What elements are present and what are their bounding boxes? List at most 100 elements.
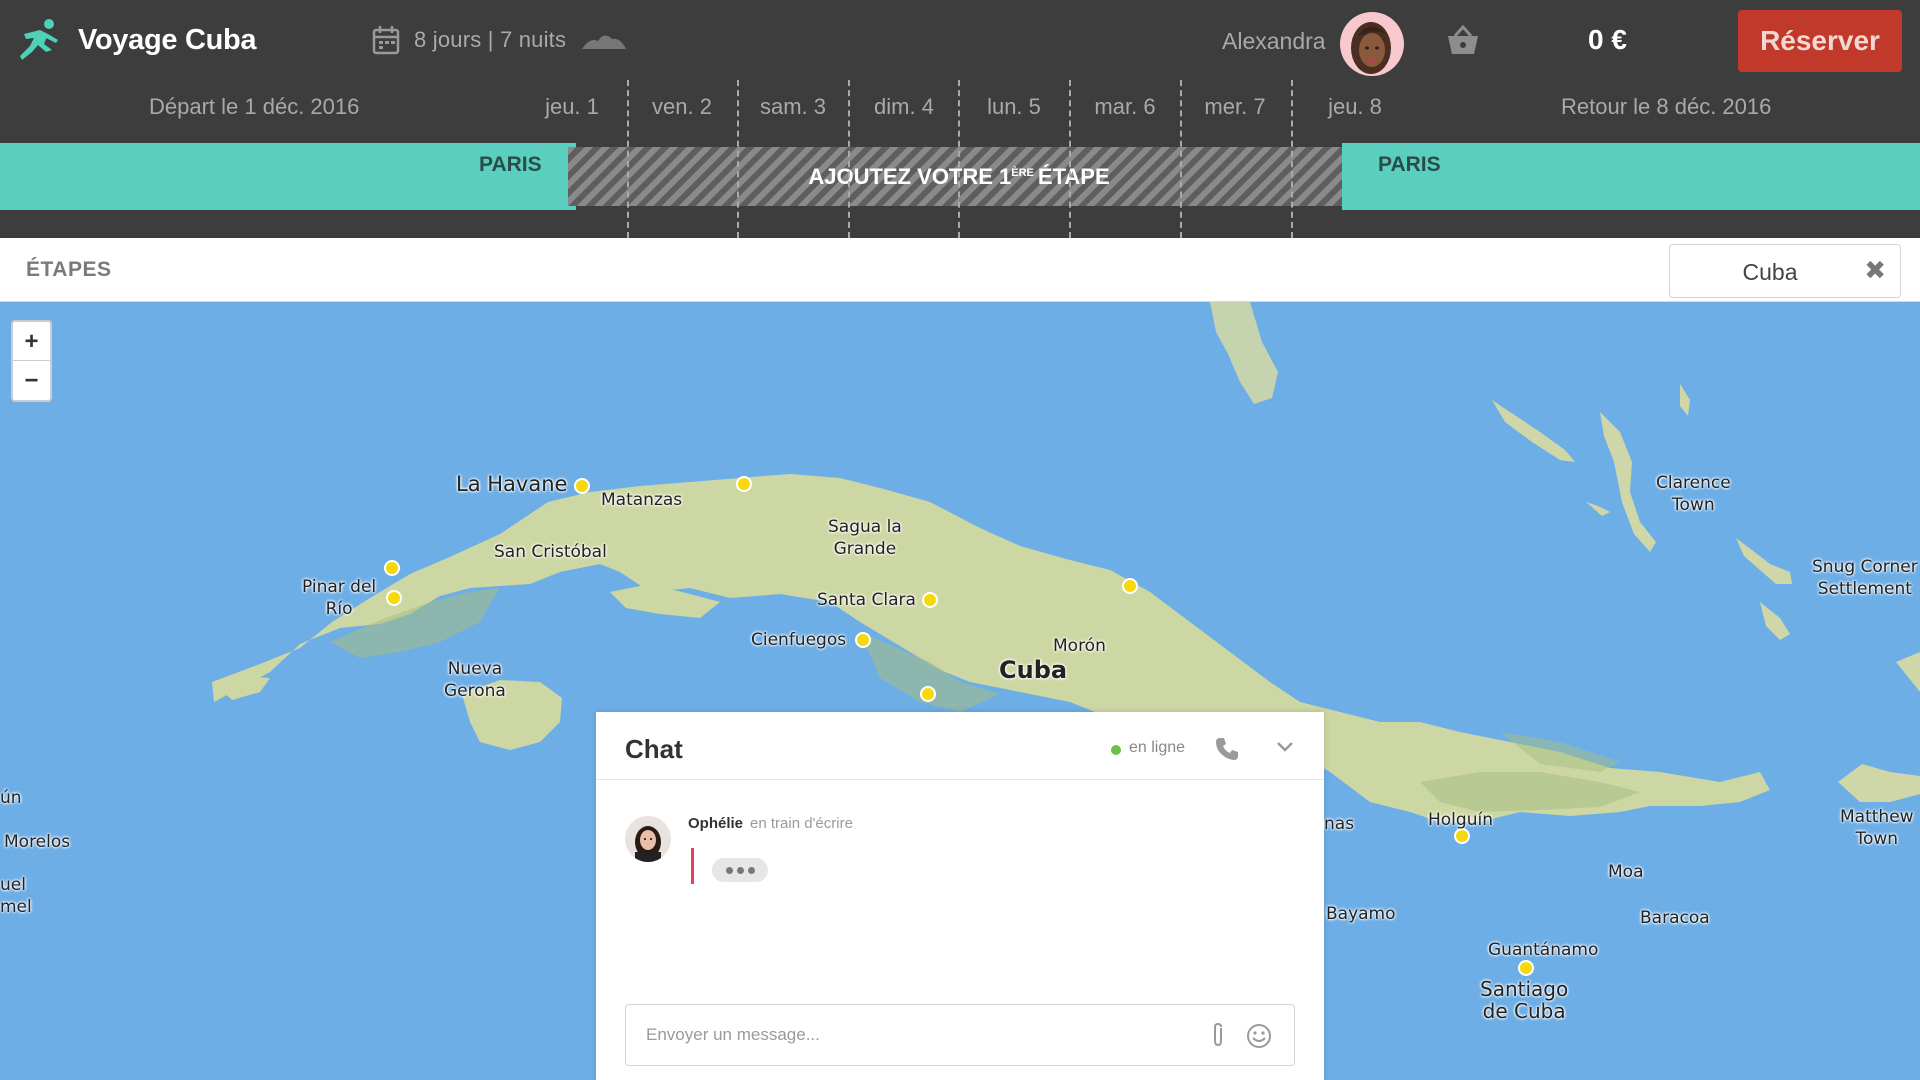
day-divider	[737, 80, 739, 238]
add-step-sup: ÈRE	[1011, 166, 1034, 179]
runner-logo-icon	[20, 19, 58, 60]
map-label-un: ún	[0, 788, 22, 808]
map-label-matthew-town: Matthew Town	[1840, 806, 1914, 850]
filter-value: Cuba	[1742, 259, 1798, 285]
map-pin[interactable]	[1454, 828, 1470, 844]
map-label-snug-line1: Snug Corner	[1812, 557, 1918, 577]
chat-widget: Chat en ligne Ophélie en train d'écrire	[596, 712, 1324, 1080]
map-label-santa-clara: Santa Clara	[817, 590, 916, 610]
day-label-6: mar. 6	[1094, 94, 1156, 119]
day-divider	[1180, 80, 1182, 238]
map-label-morelos: Morelos	[4, 832, 71, 852]
map-label-matthew-line1: Matthew	[1840, 807, 1914, 827]
trip-title: Voyage Cuba	[78, 23, 257, 56]
chevron-down-icon[interactable]	[1276, 740, 1294, 754]
day-divider	[848, 80, 850, 238]
map-label-san-cristobal: San Cristóbal	[494, 542, 607, 562]
paperclip-icon[interactable]	[1210, 1022, 1226, 1048]
map-pin[interactable]	[922, 592, 938, 608]
typing-dot	[747, 866, 755, 874]
day-divider	[627, 80, 629, 238]
map-label-snug-line2: Settlement	[1817, 579, 1912, 599]
steps-title: ÉTAPES	[26, 258, 112, 281]
map-label-uel: uel	[0, 875, 26, 895]
map-pin[interactable]	[1518, 960, 1534, 976]
sleep-icon	[582, 35, 627, 49]
map-label-mel: mel	[0, 897, 32, 917]
zoom-out-button[interactable]: −	[13, 361, 50, 400]
message-input[interactable]	[625, 1004, 1295, 1066]
itinerary-timeline: PARIS AJOUTEZ VOTRE 1 ÈRE ÉTAPE PARIS	[0, 143, 1920, 210]
map-label-sagua-line1: Sagua la	[828, 517, 902, 537]
agent-avatar	[625, 816, 671, 862]
departure-date: Départ le 1 déc. 2016	[149, 94, 360, 119]
day-label-8: jeu. 8	[1328, 94, 1382, 119]
day-label-5: lun. 5	[987, 94, 1041, 119]
start-city-label: PARIS	[479, 153, 542, 176]
destination-filter[interactable]: Cuba ✖	[1669, 244, 1901, 298]
user-avatar[interactable]	[1340, 12, 1404, 76]
map-label-sagua-line2: Grande	[833, 539, 897, 559]
message-accent-bar	[691, 848, 694, 884]
map-label-tunas: nas	[1324, 814, 1355, 834]
map-pin[interactable]	[920, 686, 936, 702]
map-label-moa: Moa	[1608, 862, 1644, 882]
online-status-text: en ligne	[1129, 739, 1186, 756]
typing-dot	[736, 866, 744, 874]
chat-header[interactable]: Chat en ligne	[596, 712, 1324, 780]
map-label-pinar: Pinar del Río	[302, 576, 376, 620]
clear-filter-icon[interactable]: ✖	[1864, 255, 1886, 286]
agent-typing-status: en train d'écrire	[750, 815, 853, 832]
map-label-baracoa: Baracoa	[1640, 908, 1710, 928]
day-divider	[1069, 80, 1071, 238]
map-label-cuba: Cuba	[999, 656, 1068, 684]
day-divider	[1291, 80, 1293, 238]
zoom-in-button[interactable]: +	[13, 322, 50, 361]
basket-icon[interactable]	[1444, 24, 1482, 58]
day-label-3: sam. 3	[759, 94, 827, 119]
map-label-cienfuegos: Cienfuegos	[751, 630, 847, 650]
start-city-segment[interactable]: PARIS	[0, 143, 576, 210]
top-bar: Voyage Cuba 8 jours | 7 nuits Alexandra	[0, 0, 1920, 238]
end-city-segment[interactable]: PARIS	[1342, 143, 1920, 210]
map-pin[interactable]	[1122, 578, 1138, 594]
map-label-nueva-gerona: Nueva Gerona	[444, 658, 506, 702]
map-label-havana: La Havane	[456, 472, 568, 496]
map-label-sagua: Sagua la Grande	[828, 516, 902, 560]
add-step-suffix: ÉTAPE	[1037, 163, 1110, 189]
online-status-dot	[1111, 745, 1121, 755]
day-divider	[958, 80, 960, 238]
day-label-4: dim. 4	[874, 94, 934, 119]
reserve-button[interactable]: Réserver	[1738, 10, 1902, 72]
map-pin[interactable]	[386, 590, 402, 606]
map-pin[interactable]	[384, 560, 400, 576]
map-label-santiago-line2: de Cuba	[1482, 999, 1566, 1023]
map-label-bayamo: Bayamo	[1326, 904, 1396, 924]
day-label-2: ven. 2	[652, 94, 712, 119]
map-label-clarence-line1: Clarence	[1656, 473, 1731, 493]
map-label-moron: Morón	[1053, 636, 1106, 656]
typing-indicator	[712, 858, 768, 882]
calendar-icon	[372, 26, 400, 55]
map-pin[interactable]	[574, 478, 590, 494]
map-label-clarence-town: Clarence Town	[1656, 472, 1731, 516]
map-label-clarence-line2: Town	[1672, 495, 1715, 515]
phone-icon[interactable]	[1214, 736, 1240, 762]
trip-duration: 8 jours | 7 nuits	[372, 20, 642, 60]
map-label-holguin: Holguín	[1428, 810, 1493, 830]
return-date: Retour le 8 déc. 2016	[1561, 94, 1772, 119]
steps-section-bar: ÉTAPES Cuba ✖	[0, 238, 1920, 302]
map-label-snug-corner: Snug Corner Settlement	[1812, 556, 1918, 600]
end-city-label: PARIS	[1378, 153, 1441, 176]
map-pin[interactable]	[855, 632, 871, 648]
brand[interactable]: Voyage Cuba	[16, 18, 257, 62]
agent-name: Ophélie	[688, 815, 744, 832]
map-label-nueva-line2: Gerona	[444, 681, 506, 701]
map-pin[interactable]	[736, 476, 752, 492]
day-label-1: jeu. 1	[545, 94, 599, 119]
emoji-icon[interactable]	[1246, 1023, 1272, 1049]
user-name[interactable]: Alexandra	[1222, 28, 1326, 55]
map-label-matanzas: Matanzas	[601, 490, 683, 510]
map-label-guantanamo: Guantánamo	[1488, 940, 1599, 960]
map-label-nueva-line1: Nueva	[447, 659, 503, 679]
